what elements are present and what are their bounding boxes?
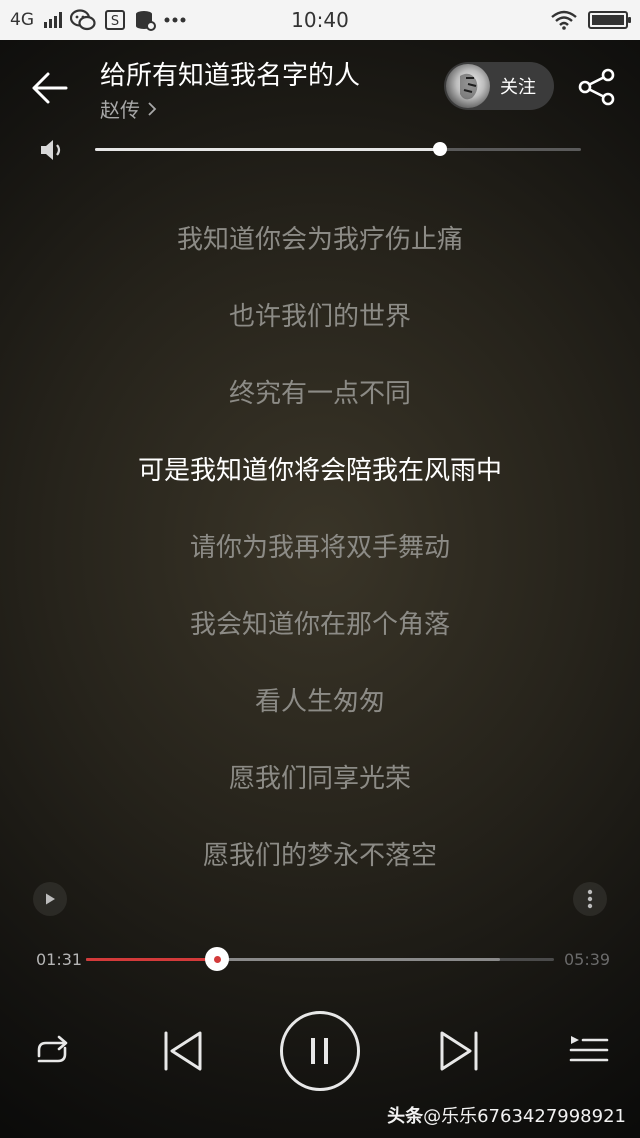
playlist-icon — [569, 1036, 609, 1062]
current-time: 01:31 — [36, 950, 83, 969]
watermark: 头条@乐乐6763427998921 — [387, 1102, 626, 1128]
next-button[interactable] — [436, 1025, 484, 1077]
wifi-icon — [550, 10, 578, 30]
volume-slider[interactable] — [95, 142, 581, 156]
back-button[interactable] — [28, 66, 72, 110]
lyric-line-current[interactable]: 可是我知道你将会陪我在风雨中 — [0, 446, 640, 523]
song-title: 给所有知道我名字的人 — [100, 61, 361, 91]
back-arrow-icon — [32, 72, 68, 104]
volume-thumb[interactable] — [433, 142, 448, 156]
status-time: 10:40 — [291, 8, 349, 32]
status-bar: 4G S 10:40 — [0, 0, 640, 40]
lyric-play-button[interactable] — [33, 882, 67, 916]
lyric-line[interactable]: 请你为我再将双手舞动 — [0, 523, 640, 600]
lyric-line[interactable]: 我会知道你在那个角落 — [0, 600, 640, 677]
artist-link[interactable]: 赵传 — [100, 94, 158, 123]
lyric-line[interactable]: 也许我们的世界 — [0, 292, 640, 369]
previous-button[interactable] — [158, 1025, 206, 1077]
share-button[interactable] — [576, 66, 618, 108]
repeat-icon — [37, 1035, 68, 1063]
follow-label: 关注 — [500, 77, 536, 98]
lyric-line[interactable]: 我知道你会为我疗伤止痛 — [0, 215, 640, 292]
repeat-button[interactable] — [28, 1030, 76, 1074]
watermark-brand: 头条 — [387, 1106, 424, 1127]
pause-icon — [311, 1038, 328, 1064]
progress-bar[interactable] — [86, 947, 554, 971]
artist-avatar — [446, 64, 490, 108]
progress-thumb[interactable] — [205, 947, 230, 971]
play-triangle-icon — [46, 893, 55, 905]
battery-icon — [588, 11, 631, 29]
next-track-icon — [440, 1031, 478, 1071]
playlist-button[interactable] — [566, 1030, 612, 1070]
watermark-handle: @乐乐6763427998921 — [423, 1106, 626, 1127]
follow-button[interactable]: 关注 — [444, 62, 554, 110]
artist-name: 赵传 — [100, 98, 140, 122]
volume-icon[interactable] — [38, 137, 66, 163]
lyric-line[interactable]: 愿我们的梦永不落空 — [0, 831, 640, 908]
pause-button[interactable] — [280, 1011, 360, 1091]
more-vertical-icon — [587, 889, 593, 909]
lyric-line[interactable]: 终究有一点不同 — [0, 369, 640, 446]
more-options-button[interactable] — [573, 882, 607, 916]
progress-played — [86, 958, 218, 961]
share-icon — [578, 68, 615, 106]
lyric-line[interactable]: 看人生匆匆 — [0, 677, 640, 754]
lyric-line[interactable]: 愿我们同享光荣 — [0, 754, 640, 831]
status-right — [550, 0, 631, 40]
chevron-right-icon — [148, 101, 157, 116]
volume-level — [95, 148, 441, 151]
previous-track-icon — [164, 1031, 202, 1071]
total-time: 05:39 — [564, 950, 611, 969]
lyrics-panel[interactable]: 我知道你会为我疗伤止痛 也许我们的世界 终究有一点不同 可是我知道你将会陪我在风雨中请… — [0, 215, 640, 908]
